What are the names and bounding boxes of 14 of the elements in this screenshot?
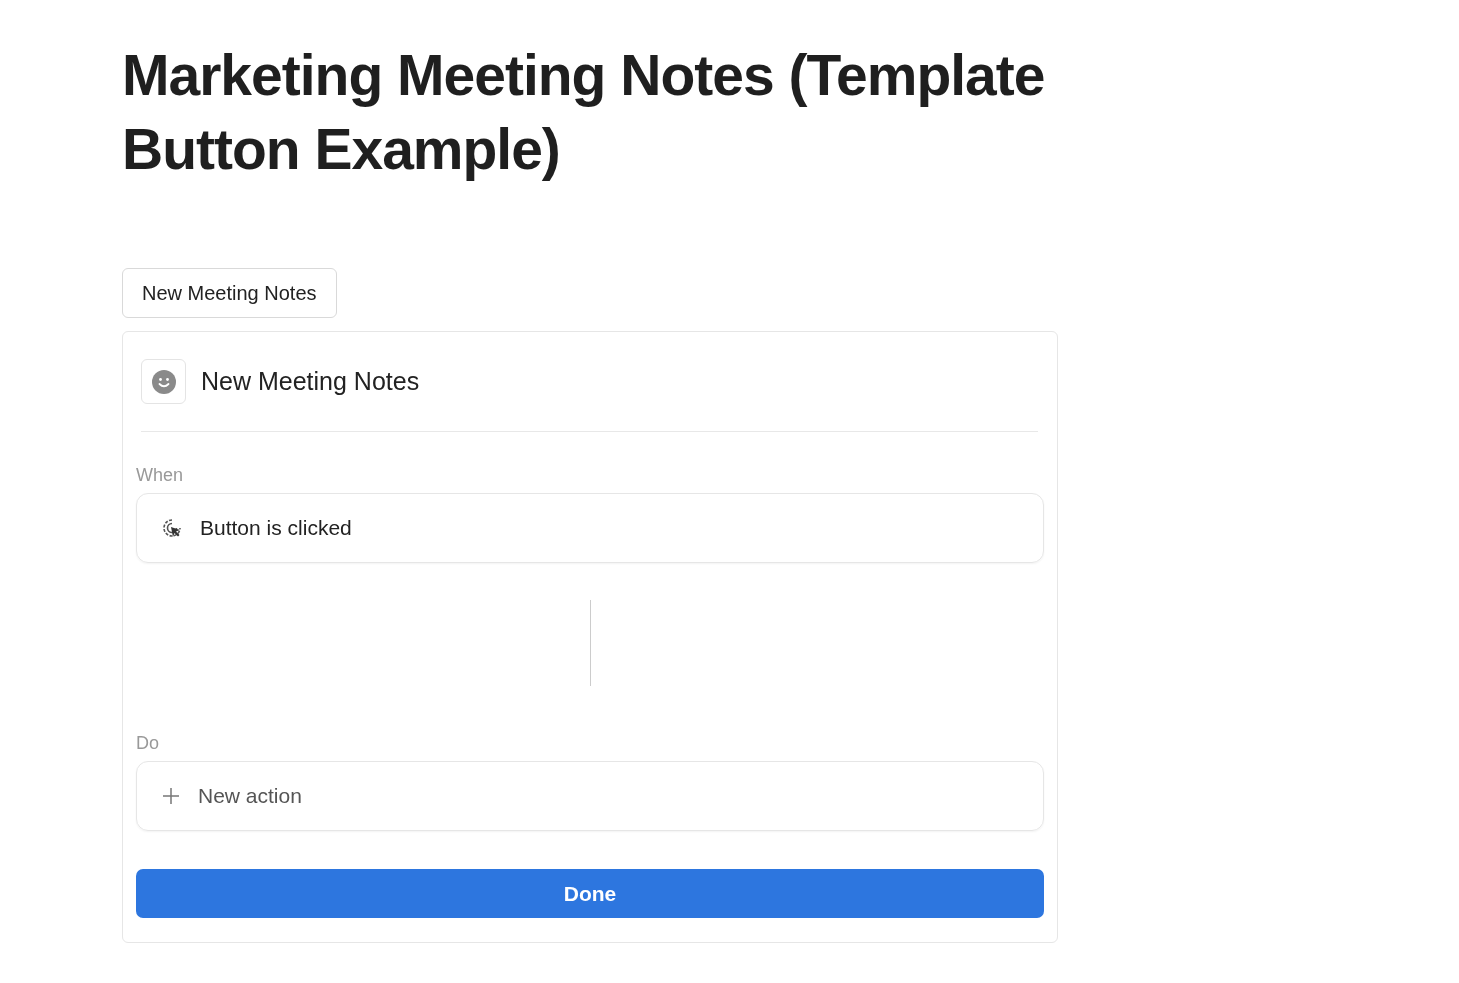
new-action-label: New action bbox=[198, 784, 302, 808]
smiley-icon bbox=[150, 368, 177, 395]
button-name-field[interactable]: New Meeting Notes bbox=[201, 367, 420, 396]
plus-icon bbox=[161, 786, 181, 806]
trigger-label: Button is clicked bbox=[200, 516, 352, 540]
trigger-row[interactable]: Button is clicked bbox=[136, 493, 1044, 563]
done-button[interactable]: Done bbox=[136, 869, 1044, 918]
section-label: Do bbox=[136, 733, 159, 754]
section-label: When bbox=[136, 465, 184, 486]
cursor-click-icon bbox=[161, 517, 183, 539]
new-action-row[interactable]: New action bbox=[136, 761, 1044, 831]
page-title: Marketing Meeting Notes (Template Button Example) bbox=[122, 42, 1046, 183]
template-button[interactable]: New Meeting Notes bbox=[122, 268, 337, 318]
emoji-picker-button[interactable] bbox=[141, 359, 186, 404]
